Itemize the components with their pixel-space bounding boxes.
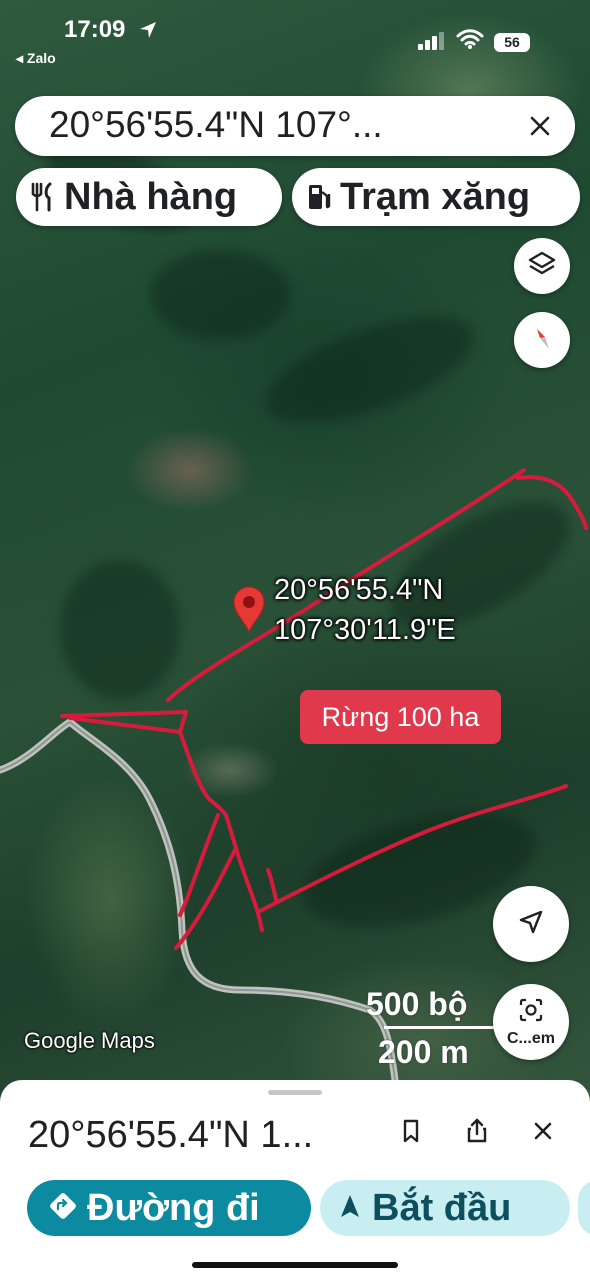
navigation-start-icon — [338, 1192, 362, 1225]
chip-gas-stations[interactable]: Trạm xăng — [292, 168, 580, 226]
scale-bar — [384, 1026, 494, 1029]
location-pin-icon[interactable] — [230, 584, 268, 639]
status-time: 17:09 — [64, 16, 126, 43]
lens-camera-icon — [517, 997, 545, 1028]
start-button[interactable]: Bắt đầu — [320, 1180, 570, 1236]
share-icon[interactable] — [462, 1116, 492, 1146]
scale-metric: 200 m — [378, 1034, 469, 1070]
layers-button[interactable] — [514, 238, 570, 294]
navigation-arrow-icon — [516, 907, 546, 942]
bookmark-icon[interactable] — [396, 1116, 426, 1146]
chip-label: Nhà hàng — [64, 175, 238, 218]
pin-longitude: 107°30'11.9"E — [274, 614, 456, 646]
chip-label: Trạm xăng — [340, 175, 531, 218]
scale-imperial: 500 bộ — [366, 986, 468, 1022]
directions-label: Đường đi — [87, 1186, 260, 1229]
start-label: Bắt đầu — [372, 1186, 512, 1229]
compass-icon — [527, 323, 557, 358]
home-indicator — [192, 1262, 398, 1268]
place-title: 20°56'55.4"N 1... — [28, 1114, 314, 1156]
camera-search-button[interactable]: C...em — [493, 984, 569, 1060]
place-bottom-sheet[interactable]: 20°56'55.4"N 1... Đường đi Bắt đầu — [0, 1080, 590, 1280]
signal-icon — [418, 32, 444, 55]
layers-icon — [527, 249, 557, 284]
pin-latitude: 20°56'55.4"N — [274, 574, 444, 606]
sheet-drag-handle[interactable] — [268, 1090, 322, 1095]
pin-coordinate-label: 20°56'55.4"N 107°30'11.9"E — [274, 570, 456, 650]
search-bar[interactable]: 20°56'55.4"N 107°... — [15, 96, 575, 156]
google-maps-attribution: Google Maps — [24, 1028, 155, 1053]
compass-button[interactable] — [514, 312, 570, 368]
back-to-app-link[interactable]: ◂ Zalo — [16, 50, 56, 67]
search-query[interactable]: 20°56'55.4"N 107°... — [49, 104, 383, 146]
wifi-icon — [456, 28, 484, 55]
battery-indicator: 56 — [494, 33, 530, 52]
directions-button[interactable]: Đường đi — [27, 1180, 311, 1236]
gas-station-icon — [306, 180, 332, 214]
close-icon[interactable] — [528, 1116, 558, 1146]
fork-knife-icon — [30, 180, 56, 214]
more-actions-button[interactable] — [578, 1180, 590, 1236]
status-bar: 17:09 ◂ Zalo 56 — [0, 0, 590, 70]
my-location-button[interactable] — [493, 886, 569, 962]
camera-label: C...em — [506, 1029, 555, 1047]
directions-diamond-icon — [49, 1192, 77, 1225]
close-icon[interactable] — [527, 113, 553, 139]
chip-restaurants[interactable]: Nhà hàng — [16, 168, 282, 226]
location-arrow-icon — [138, 20, 158, 45]
forest-area-annotation: Rừng 100 ha — [300, 690, 501, 744]
